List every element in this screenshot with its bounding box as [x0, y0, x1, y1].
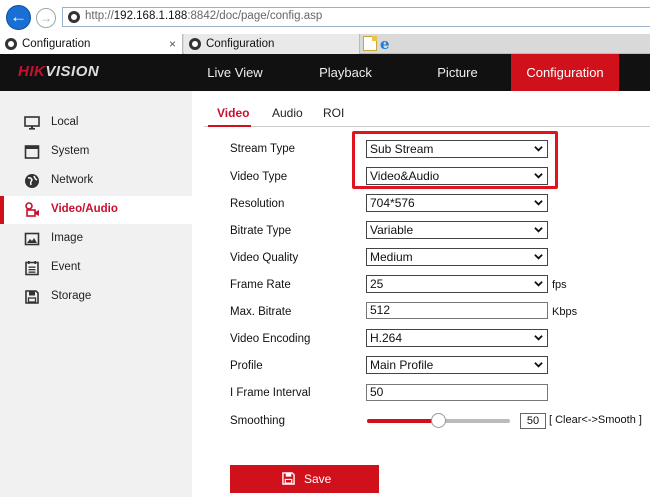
highlight-box — [352, 131, 558, 189]
address-bar[interactable]: http://192.168.1.188:8842/doc/page/confi… — [62, 7, 650, 27]
chevron-down-icon — [534, 281, 543, 287]
sidebar-item-label: Network — [51, 174, 94, 186]
browser-tab-configuration-active[interactable]: Configuration × — [0, 34, 183, 54]
nav-live-view[interactable]: Live View — [185, 54, 285, 91]
i-frame-interval-label: I Frame Interval — [230, 387, 311, 399]
stream-type-label: Stream Type — [230, 143, 295, 155]
bitrate-type-value: Variable — [370, 223, 414, 237]
resolution-value: 704*576 — [370, 196, 415, 210]
smoothing-slider-handle[interactable] — [431, 413, 446, 428]
video-quality-select[interactable]: Medium — [366, 248, 548, 266]
sidebar-item-local[interactable]: Local — [0, 109, 192, 137]
save-button[interactable]: Save — [230, 465, 379, 493]
sidebar-item-label: Local — [51, 116, 79, 128]
chevron-down-icon — [534, 254, 543, 260]
calendar-icon — [25, 261, 39, 276]
resolution-label: Resolution — [230, 198, 285, 210]
smoothing-value-input[interactable]: 50 — [520, 413, 546, 429]
tab-label: Configuration — [206, 38, 275, 50]
video-quality-value: Medium — [370, 250, 413, 264]
sidebar: Local System Network Video/Audio Image E… — [0, 91, 192, 497]
chevron-down-icon — [534, 335, 543, 341]
bitrate-type-label: Bitrate Type — [230, 225, 292, 237]
forward-arrow-icon[interactable]: → — [36, 8, 56, 28]
nav-playback[interactable]: Playback — [298, 54, 393, 91]
max-bitrate-unit: Kbps — [552, 306, 578, 318]
floppy-save-icon — [282, 472, 295, 485]
browser-address-row: ← → http://192.168.1.188:8842/doc/page/c… — [0, 0, 650, 34]
profile-select[interactable]: Main Profile — [366, 356, 548, 374]
site-globe-icon — [68, 11, 80, 23]
frame-rate-select[interactable]: 25 — [366, 275, 548, 293]
tab-divider — [204, 126, 650, 127]
max-bitrate-input[interactable]: 512 — [366, 302, 548, 319]
sidebar-item-video-audio[interactable]: Video/Audio — [0, 196, 192, 224]
frame-rate-unit: fps — [552, 279, 567, 291]
tab-label: Configuration — [22, 38, 91, 50]
smoothing-slider-fill — [367, 419, 439, 423]
video-encoding-value: H.264 — [370, 331, 403, 345]
new-tab-icon[interactable] — [363, 36, 377, 51]
hikvision-logo: HIKVISION — [18, 63, 100, 80]
nav-picture[interactable]: Picture — [410, 54, 505, 91]
active-tab-underline — [208, 125, 251, 127]
save-label: Save — [304, 472, 332, 486]
url-text: http://192.168.1.188:8842/doc/page/confi… — [85, 10, 323, 22]
resolution-select[interactable]: 704*576 — [366, 194, 548, 212]
floppy-icon — [25, 290, 39, 304]
browser-tab-configuration[interactable]: Configuration — [184, 34, 360, 54]
chevron-down-icon — [534, 227, 543, 233]
globe-icon — [25, 174, 39, 188]
profile-label: Profile — [230, 360, 263, 372]
sub-tab-bar: Video Audio ROI — [192, 91, 650, 127]
sidebar-item-label: Event — [51, 261, 81, 273]
bitrate-type-select[interactable]: Variable — [366, 221, 548, 239]
video-quality-label: Video Quality — [230, 252, 299, 264]
sidebar-item-image[interactable]: Image — [0, 225, 192, 253]
video-audio-icon — [25, 202, 39, 217]
sidebar-item-system[interactable]: System — [0, 138, 192, 166]
frame-rate-label: Frame Rate — [230, 279, 291, 291]
tab-video[interactable]: Video — [217, 106, 249, 120]
tab-favicon-icon — [5, 38, 17, 50]
video-type-label: Video Type — [230, 171, 288, 183]
monitor-icon — [24, 116, 40, 130]
sidebar-item-label: Video/Audio — [51, 203, 118, 215]
tab-roi[interactable]: ROI — [323, 106, 344, 120]
profile-value: Main Profile — [370, 358, 434, 372]
back-arrow-icon[interactable]: ← — [6, 5, 31, 30]
internet-explorer-icon[interactable]: e — [380, 35, 390, 53]
frame-rate-value: 25 — [370, 277, 384, 291]
image-icon — [24, 232, 40, 246]
sidebar-item-label: Storage — [51, 290, 92, 302]
sidebar-item-event[interactable]: Event — [0, 254, 192, 282]
i-frame-interval-input[interactable]: 50 — [366, 384, 548, 401]
video-encoding-select[interactable]: H.264 — [366, 329, 548, 347]
nav-configuration[interactable]: Configuration — [511, 54, 619, 91]
smoothing-range-label: [ Clear<->Smooth ] — [549, 414, 642, 426]
sidebar-item-label: Image — [51, 232, 83, 244]
max-bitrate-label: Max. Bitrate — [230, 306, 292, 318]
sidebar-item-label: System — [51, 145, 90, 157]
video-encoding-label: Video Encoding — [230, 333, 311, 345]
tab-audio[interactable]: Audio — [272, 106, 303, 120]
chevron-down-icon — [534, 200, 543, 206]
chevron-down-icon — [534, 362, 543, 368]
app-header: HIKVISION Live View Playback Picture Con… — [0, 54, 650, 91]
browser-tab-strip: Configuration × Configuration e — [0, 34, 650, 54]
sidebar-item-network[interactable]: Network — [0, 167, 192, 195]
smoothing-label: Smoothing — [230, 415, 285, 427]
tab-favicon-icon — [189, 38, 201, 50]
sidebar-item-storage[interactable]: Storage — [0, 283, 192, 311]
tab-close-icon[interactable]: × — [169, 34, 176, 54]
window-icon — [24, 145, 40, 159]
